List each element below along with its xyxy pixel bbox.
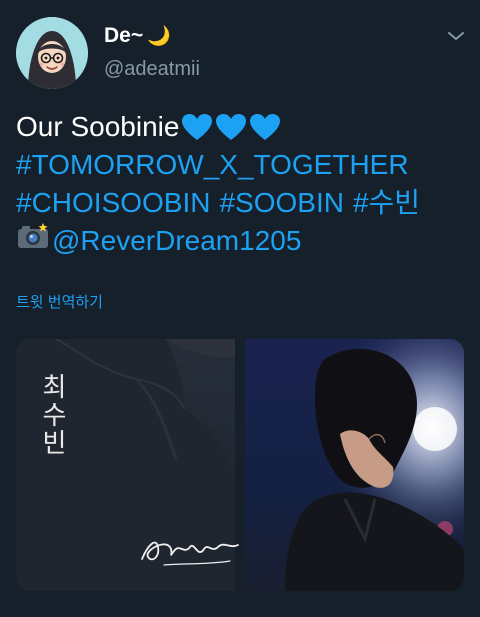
hijab-girl-avatar-icon — [16, 17, 88, 89]
blue-heart-icon — [250, 114, 281, 140]
display-name-text: De~ — [104, 24, 144, 47]
autograph-signature-icon — [141, 541, 239, 566]
camera-flash-icon — [16, 222, 50, 260]
display-name[interactable]: De~ 🌙 — [104, 24, 171, 48]
photo-right[interactable] — [245, 339, 464, 591]
moon-icon: 🌙 — [147, 26, 171, 47]
tweet-line-4: @ReverDream1205 — [16, 222, 466, 260]
profile-photo-icon — [245, 339, 464, 591]
mention-reverdream[interactable]: @ReverDream1205 — [52, 222, 301, 260]
blue-heart-icon — [182, 114, 213, 140]
hashtag-choisoobin[interactable]: #CHOISOOBIN — [16, 184, 210, 222]
tweet-text: Our Soobinie #TOMORROW_X_TOGETHER #CHOIS… — [16, 108, 466, 260]
tweet-line-1: Our Soobinie — [16, 108, 466, 146]
blue-heart-icon — [216, 114, 247, 140]
tweet-body-text: Our Soobinie — [16, 111, 180, 142]
tweet-line-3: #CHOISOOBIN #SOOBIN #수빈 — [16, 184, 466, 222]
hashtag-soobin-korean[interactable]: #수빈 — [353, 184, 420, 222]
media-grid: 최수빈 — [16, 339, 464, 591]
avatar[interactable] — [16, 17, 88, 89]
blue-hearts — [181, 113, 281, 141]
hashtag-tomorrow-x-together[interactable]: #TOMORROW_X_TOGETHER — [16, 146, 409, 184]
korean-name-overlay: 최수빈 — [37, 373, 67, 457]
bottom-strip — [0, 599, 480, 617]
chevron-down-icon[interactable] — [446, 28, 466, 44]
translate-tweet-link[interactable]: 트윗 번역하기 — [16, 291, 103, 312]
photo-left[interactable]: 최수빈 — [16, 339, 239, 591]
tweet-line-2: #TOMORROW_X_TOGETHER — [16, 146, 466, 184]
user-handle[interactable]: @adeatmii — [104, 58, 200, 81]
hashtag-soobin[interactable]: #SOOBIN — [219, 184, 343, 222]
